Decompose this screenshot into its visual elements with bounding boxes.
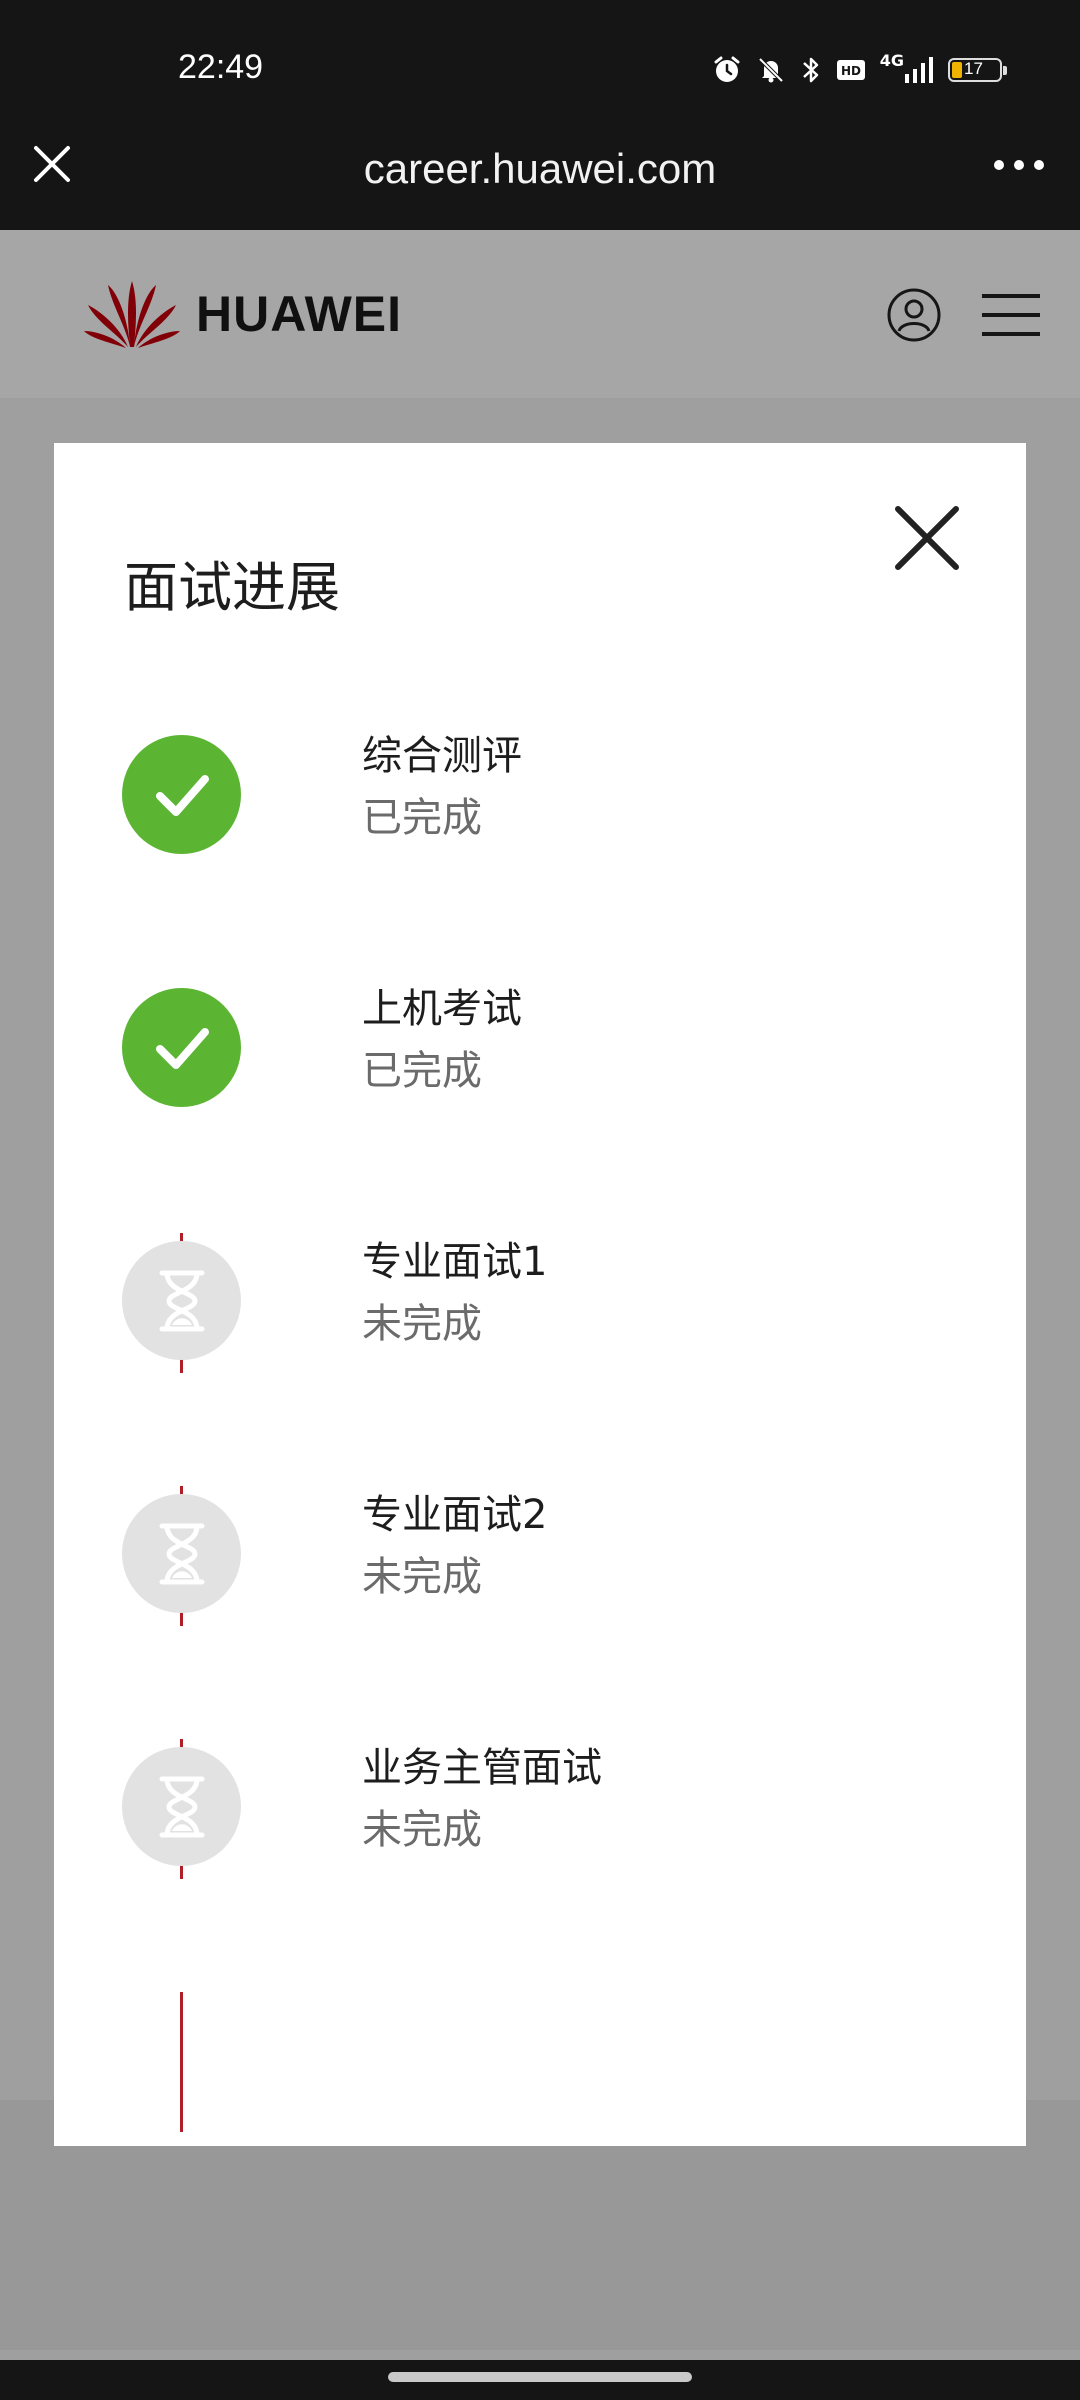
step-title: 上机考试 — [362, 986, 522, 1032]
status-bar: 22:49 HD 4G 17 — [0, 0, 1080, 135]
hourglass-icon — [122, 1241, 241, 1360]
more-icon[interactable] — [994, 160, 1044, 170]
step-status: 未完成 — [362, 1301, 482, 1347]
modal-title: 面试进展 — [124, 556, 340, 619]
hourglass-icon — [122, 1494, 241, 1613]
status-time: 22:49 — [178, 48, 264, 86]
step-status: 已完成 — [362, 1048, 482, 1094]
timeline-step: 专业面试2 未完成 — [122, 1492, 982, 1614]
timeline-step: 上机考试 已完成 — [122, 986, 982, 1108]
check-icon — [122, 735, 241, 854]
step-status: 未完成 — [362, 1807, 482, 1853]
check-icon — [122, 988, 241, 1107]
close-icon[interactable] — [894, 505, 960, 571]
timeline-step: 专业面试1 未完成 — [122, 1239, 982, 1361]
step-title: 综合测评 — [362, 733, 522, 779]
hd-icon: HD — [836, 57, 866, 83]
alarm-icon — [712, 55, 742, 85]
hourglass-icon — [122, 1747, 241, 1866]
battery-icon: 17 — [948, 58, 1007, 82]
step-status: 已完成 — [362, 795, 482, 841]
interview-progress-modal: 面试进展 综合测评 已完成 上机考试 已完成 专业面试1 未完成 专业面试2 未… — [54, 443, 1026, 2146]
step-title: 业务主管面试 — [362, 1745, 602, 1791]
step-title: 专业面试2 — [362, 1492, 548, 1538]
svg-text:HD: HD — [841, 64, 861, 78]
timeline-connector — [180, 1992, 183, 2132]
step-status: 未完成 — [362, 1554, 482, 1600]
home-indicator[interactable] — [388, 2372, 692, 2382]
step-title: 专业面试1 — [362, 1239, 548, 1285]
timeline-step: 业务主管面试 未完成 — [122, 1745, 982, 1867]
bluetooth-icon — [800, 55, 822, 85]
url-display[interactable]: career.huawei.com — [0, 145, 1080, 193]
mute-icon — [756, 55, 786, 85]
timeline-step: 综合测评 已完成 — [122, 733, 982, 855]
status-icons: HD 4G 17 — [712, 50, 1007, 90]
signal-icon: 4G — [880, 51, 934, 84]
